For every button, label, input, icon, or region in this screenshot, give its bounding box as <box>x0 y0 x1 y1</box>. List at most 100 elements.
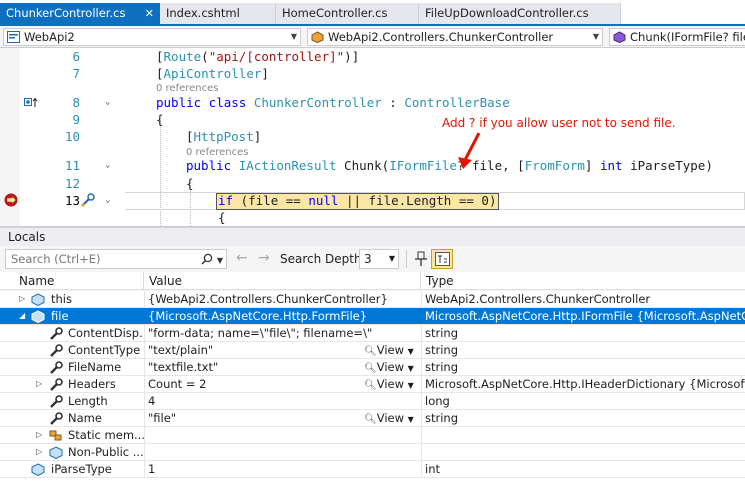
project-dropdown[interactable]: WebApi2 ▼ <box>3 28 301 46</box>
view-visualizer-button[interactable]: 🔍︎View ▼ <box>364 376 414 394</box>
local-type: Microsoft.AspNetCore.Http.IFormFile {Mic… <box>425 309 745 323</box>
breakpoint-current-statement-icon[interactable] <box>3 193 19 207</box>
wrench-icon <box>50 361 63 374</box>
search-input[interactable]: Search (Ctrl+E) ▼ <box>5 249 227 269</box>
non-public-members-icon <box>49 446 63 459</box>
table-row[interactable]: FileName "textfile.txt" 🔍︎View ▼ string <box>0 359 745 376</box>
chevron-down-icon: ▼ <box>388 254 395 263</box>
local-value[interactable]: 1 <box>148 461 155 477</box>
codelens-references[interactable]: 0 references <box>186 147 249 158</box>
locals-bottom-filler <box>0 478 745 485</box>
annotation-arrow-icon <box>458 132 481 169</box>
line-number: 6 <box>72 49 80 64</box>
line-number: 9 <box>72 112 80 127</box>
tab-index-cshtml[interactable]: Index.cshtml <box>160 3 276 24</box>
object-icon <box>31 293 45 306</box>
search-icon[interactable] <box>201 253 213 265</box>
locals-title[interactable]: Locals <box>0 226 745 246</box>
local-name: iParseType <box>51 462 112 476</box>
table-row[interactable]: ▷ Static mem... <box>0 427 745 444</box>
column-value-header[interactable]: Value <box>144 272 421 290</box>
local-type: string <box>425 326 459 340</box>
chevron-down-icon[interactable]: ▼ <box>217 256 223 265</box>
local-value[interactable]: 4 <box>148 393 155 409</box>
local-type: WebApi2.Controllers.ChunkerController <box>425 292 651 306</box>
tab-label: ChunkerController.cs <box>6 6 126 20</box>
local-type: string <box>425 411 459 425</box>
local-value[interactable]: Count = 2 <box>148 376 358 392</box>
code-line-12: { <box>186 176 194 191</box>
search-icon: 🔍︎ <box>364 346 377 357</box>
chevron-down-icon[interactable]: ⌄ <box>105 195 110 205</box>
table-row[interactable]: ▷ Headers Count = 2 🔍︎View ▼ Microsoft.A… <box>0 376 745 393</box>
search-depth-dropdown[interactable]: 3 ▼ <box>359 249 399 269</box>
pin-icon[interactable] <box>413 250 429 268</box>
table-row[interactable]: Name "file" 🔍︎View ▼ string <box>0 410 745 427</box>
code-line-6: [Route("api/[controller]")] <box>156 49 360 64</box>
table-row[interactable]: ContentType "text/plain" 🔍︎View ▼ string <box>0 342 745 359</box>
tab-fileupdownloadcontroller[interactable]: FileUpDownloadController.cs <box>419 3 621 24</box>
local-type: Microsoft.AspNetCore.Http.IHeaderDiction… <box>425 377 745 391</box>
table-row[interactable]: ▷ this {WebApi2.Controllers.ChunkerContr… <box>0 291 745 308</box>
table-row[interactable]: Length 4 long <box>0 393 745 410</box>
chevron-right-icon[interactable]: ▷ <box>19 291 25 307</box>
wrench-icon <box>50 327 63 340</box>
project-name: WebApi2 <box>24 30 75 44</box>
close-icon[interactable]: ✕ <box>145 3 154 24</box>
tab-chunkercontroller[interactable]: ChunkerController.cs ✕ <box>0 3 160 24</box>
indent-guide <box>160 120 161 226</box>
search-placeholder: Search (Ctrl+E) <box>11 252 101 266</box>
code-line-7: [ApiController] <box>156 66 269 81</box>
member-dropdown[interactable]: Chunk(IFormFile? file, i <box>609 28 745 46</box>
csharp-project-icon <box>7 31 20 43</box>
column-name-header[interactable]: Name <box>14 272 144 290</box>
local-value[interactable]: "textfile.txt" <box>148 359 358 375</box>
edit-and-continue-icon[interactable] <box>80 193 96 208</box>
method-icon <box>613 31 626 43</box>
document-tab-bar: ChunkerController.cs ✕ Index.cshtml Home… <box>0 0 745 26</box>
table-row[interactable]: ▷ Non-Public ... <box>0 444 745 461</box>
chevron-down-icon[interactable]: ◢ <box>19 308 25 324</box>
column-type-header[interactable]: Type <box>421 272 745 290</box>
local-value[interactable]: "text/plain" <box>148 342 358 358</box>
local-value[interactable]: {Microsoft.AspNetCore.Http.FormFile} <box>148 308 418 324</box>
codelens-references[interactable]: 0 references <box>156 83 219 94</box>
code-line-13: if (file == null || file.Length == 0) <box>218 193 497 208</box>
view-as-hex-toggle[interactable] <box>431 249 453 269</box>
code-line-10: [HttpPost] <box>186 129 262 144</box>
wrench-icon <box>50 378 63 391</box>
local-value[interactable]: "form-data; name=\"file\"; filename=\" <box>148 325 418 341</box>
view-visualizer-button[interactable]: 🔍︎View ▼ <box>364 342 414 360</box>
view-visualizer-button[interactable]: 🔍︎View ▼ <box>364 410 414 428</box>
table-row-selected[interactable]: ◢ file {Microsoft.AspNetCore.Http.FormFi… <box>0 308 745 325</box>
chevron-right-icon[interactable]: ▷ <box>36 376 42 392</box>
table-row[interactable]: iParseType 1 int <box>0 461 745 478</box>
chevron-down-icon: ▼ <box>592 32 599 41</box>
forward-arrow-icon[interactable]: → <box>258 250 270 266</box>
code-line-14: { <box>218 210 226 225</box>
local-name: ContentType <box>68 343 141 357</box>
toolbar-separator <box>406 250 407 268</box>
line-number: 8 <box>72 95 80 110</box>
locals-column-header: Name Value Type <box>0 272 745 290</box>
local-type: string <box>425 360 459 374</box>
back-arrow-icon[interactable]: ← <box>236 250 248 266</box>
wrench-icon <box>50 412 63 425</box>
chevron-right-icon[interactable]: ▷ <box>36 427 42 443</box>
class-name: WebApi2.Controllers.ChunkerController <box>328 30 554 44</box>
chevron-right-icon[interactable]: ▷ <box>36 444 42 460</box>
view-visualizer-button[interactable]: 🔍︎View ▼ <box>364 359 414 377</box>
local-value[interactable]: {WebApi2.Controllers.ChunkerController} <box>148 291 418 307</box>
chevron-down-icon: ▼ <box>407 415 414 424</box>
tab-homecontroller[interactable]: HomeController.cs <box>276 3 419 24</box>
chevron-down-icon[interactable]: ⌄ <box>105 97 110 107</box>
code-editor[interactable]: 6 7 8 9 10 11 12 13 ⌄ ⌄ ⌄ [Route("api/[c… <box>0 48 745 226</box>
wrench-icon <box>50 395 63 408</box>
table-row[interactable]: ContentDisp... "form-data; name=\"file\"… <box>0 325 745 342</box>
inheritance-margin-icon[interactable] <box>24 97 38 109</box>
class-dropdown[interactable]: WebApi2.Controllers.ChunkerController ▼ <box>307 28 603 46</box>
chevron-down-icon: ▼ <box>407 381 414 390</box>
chevron-down-icon: ▼ <box>407 347 414 356</box>
chevron-down-icon[interactable]: ⌄ <box>105 160 110 170</box>
local-value[interactable]: "file" <box>148 410 358 426</box>
